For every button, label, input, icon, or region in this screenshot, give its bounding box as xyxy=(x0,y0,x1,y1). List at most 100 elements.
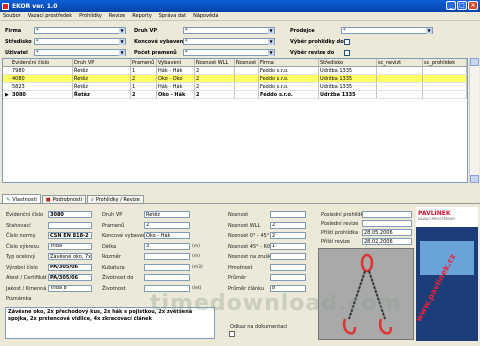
menu-reporty[interactable]: Reporty xyxy=(132,13,152,19)
field-label: Životnost xyxy=(102,285,126,292)
chevron-down-icon: ▼ xyxy=(268,50,274,56)
field-value[interactable]: PA/305/06 xyxy=(48,263,92,271)
menu-napoveda[interactable]: Nápověda xyxy=(193,13,218,19)
field-value[interactable]: Závěsné oko, 7x xyxy=(48,253,92,260)
column-header[interactable]: sc_nevizt xyxy=(377,59,423,66)
field-value[interactable] xyxy=(270,263,306,271)
field-value[interactable]: ČSN EN 818-2 xyxy=(48,232,92,239)
table-cell: 7980 xyxy=(3,67,73,74)
table-cell: 2 xyxy=(131,75,157,82)
table-cell xyxy=(423,91,467,98)
field-value[interactable] xyxy=(270,211,306,218)
filter-pocet-pramenu-select[interactable]: * ▼ xyxy=(183,49,275,56)
column-header[interactable]: Pramenů xyxy=(131,59,157,66)
field-unit: (let) xyxy=(192,285,202,291)
column-header[interactable]: sc_prohlidek xyxy=(423,59,467,66)
field-value[interactable] xyxy=(270,253,306,260)
menu-revize[interactable]: Revize xyxy=(109,13,125,19)
field-value[interactable] xyxy=(48,221,92,229)
table-cell: Feddo s.r.o. xyxy=(259,83,319,90)
menu-soubor[interactable]: Soubor xyxy=(3,13,21,19)
filter-koncove-select[interactable]: * ▼ xyxy=(183,38,275,45)
field-value[interactable] xyxy=(362,220,412,227)
brand-banner: PAVLÍNEK VÁZACÍ PROSTŘEDKY www.pavlinek.… xyxy=(416,207,478,341)
grid-scrollbar[interactable] xyxy=(469,58,479,183)
field-value[interactable]: 28.02.2006 xyxy=(362,238,412,245)
field-label: Poznámka xyxy=(6,296,32,302)
scroll-up-icon[interactable] xyxy=(470,58,479,66)
grid-body: 7980 Řetěz 1 Hák - Hák 2 Feddo s.r.o. Udržba 1… xyxy=(3,67,467,99)
maximize-button[interactable]: □ xyxy=(457,1,467,10)
field-value[interactable]: Řetěz xyxy=(144,211,190,218)
filter-uzivatel-select[interactable]: * ▼ xyxy=(34,49,126,56)
minimize-button[interactable]: _ xyxy=(446,1,456,10)
field-value[interactable] xyxy=(144,263,190,271)
title-bar: EKOR ver. 1.0 _ □ × xyxy=(0,0,480,12)
menu-sprava-dat[interactable]: Správa dat xyxy=(159,13,186,19)
table-cell: 1 xyxy=(131,67,157,74)
filter-prodejce-select[interactable]: * ▼ xyxy=(341,27,433,34)
data-grid[interactable]: Evidenční číslo Druh VP Pramenů Vybavení… xyxy=(2,58,468,183)
table-cell xyxy=(423,67,467,74)
field-value[interactable]: 3 xyxy=(144,242,190,250)
brand-logo: PAVLÍNEK VÁZACÍ PROSTŘEDKY xyxy=(416,207,478,227)
table-cell xyxy=(235,91,259,98)
filter-vyber-revize-checkbox[interactable] xyxy=(344,50,350,56)
table-cell: 2 xyxy=(131,91,157,98)
table-row[interactable]: 4080 Řetěz 2 Oko - Oko 2 Feddo s.r.o. Udržba 1… xyxy=(3,75,467,83)
filter-label-koncove: Koncové vybavení xyxy=(134,39,185,45)
field-value[interactable] xyxy=(144,274,190,281)
field-value[interactable]: PA/305/06 xyxy=(48,274,92,281)
field-value[interactable]: 2 xyxy=(270,232,306,239)
table-cell: Udržba 1335 xyxy=(319,67,377,74)
filter-label-vyber-revize: Výběr revize do xyxy=(290,50,335,56)
filter-firma-select[interactable]: * ▼ xyxy=(34,27,126,34)
filter-vyber-prohlidky-checkbox[interactable] xyxy=(344,39,350,45)
app-icon xyxy=(2,2,9,10)
window-title: EKOR ver. 1.0 xyxy=(12,2,58,10)
table-row[interactable]: ▶ 3080 Řetěz 2 Oko - Hák 2 Feddo s.r.o. Udržba … xyxy=(3,91,467,99)
filter-druh-vp-value: * xyxy=(185,27,188,34)
field-label: Nosnost xyxy=(228,212,249,218)
field-label: Poslední revize xyxy=(321,221,359,227)
column-header[interactable]: Druh VP xyxy=(73,59,131,66)
field-value[interactable] xyxy=(144,253,190,260)
column-header[interactable]: Vybavení xyxy=(157,59,195,66)
field-unit: (m3) xyxy=(192,264,203,270)
field-value[interactable]: 2 xyxy=(144,221,190,229)
column-header[interactable]: Firma xyxy=(259,59,319,66)
column-header[interactable]: Nosnost xyxy=(235,59,259,66)
menu-prohlidky[interactable]: Prohlídky xyxy=(79,13,102,19)
field-value[interactable] xyxy=(270,274,306,281)
window-controls: _ □ × xyxy=(446,1,478,10)
column-header[interactable]: Středisko xyxy=(319,59,377,66)
field-value[interactable]: 28.05.2006 xyxy=(362,229,412,236)
field-value[interactable]: 3080 xyxy=(48,211,92,218)
field-label: Nosnost WLL xyxy=(228,222,261,229)
menu-vazaci-prostredek[interactable]: Vazací prostředek xyxy=(28,13,72,19)
table-row[interactable]: 7980 Řetěz 1 Hák - Hák 2 Feddo s.r.o. Udržba 1… xyxy=(3,67,467,75)
field-label: Evidenční číslo xyxy=(6,212,44,218)
field-value[interactable]: Oko - Hák xyxy=(144,232,190,239)
table-cell: Oko - Hák xyxy=(157,91,195,98)
document-icon[interactable] xyxy=(229,331,235,337)
filter-label-uzivatel: Uživatel xyxy=(5,50,28,56)
column-header[interactable]: Evidenční číslo xyxy=(3,59,73,66)
column-header[interactable]: Nosnost WLL xyxy=(195,59,235,66)
close-button[interactable]: × xyxy=(468,1,478,10)
field-value[interactable]: 2 xyxy=(270,221,306,229)
scroll-down-icon[interactable] xyxy=(470,175,479,183)
table-cell xyxy=(235,67,259,74)
field-label: Stahovací xyxy=(6,222,31,229)
docs-label: Odkaz na dokumentaci xyxy=(230,324,288,330)
filter-stredisko-select[interactable]: * ▼ xyxy=(34,38,126,45)
field-value[interactable] xyxy=(362,211,412,218)
table-row[interactable]: 5823 Řetěz 1 Hák - Hák 2 Feddo s.r.o. Udržba 1… xyxy=(3,83,467,91)
field-value[interactable]: Třída xyxy=(48,242,92,250)
table-cell: Řetěz xyxy=(73,75,131,82)
filter-label-stredisko: Středisko xyxy=(5,39,32,45)
field-value[interactable]: 1 xyxy=(270,242,306,250)
filter-druh-vp-select[interactable]: * ▼ xyxy=(183,27,275,34)
field-value[interactable]: Třída 8 xyxy=(48,284,92,292)
field-label: Nosnost 0° - 45° xyxy=(228,233,270,239)
